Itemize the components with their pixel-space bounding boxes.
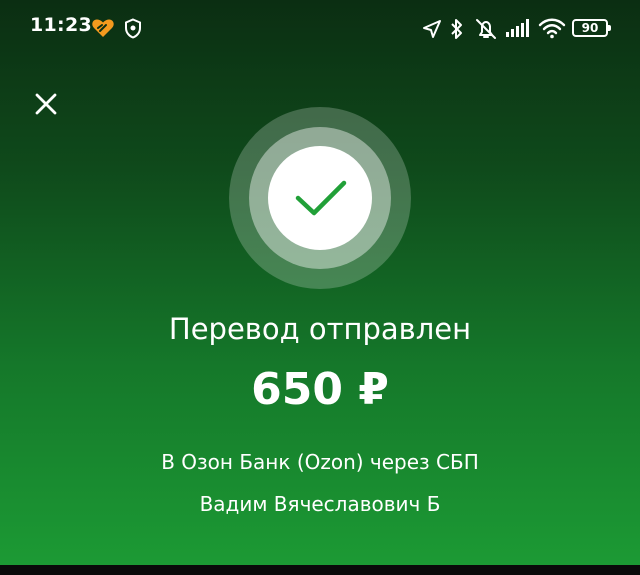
- transfer-status-title: Перевод отправлен: [168, 312, 472, 346]
- close-icon[interactable]: [28, 86, 64, 122]
- recipient-name: Вадим Вячеславович Б: [199, 492, 441, 516]
- success-badge: [229, 107, 411, 289]
- transfer-success-screen: 11:23 90 Перевод отправлен 650 ₽ В Озон …: [0, 0, 640, 565]
- signal-icon: [506, 19, 529, 37]
- bottom-strip: [0, 565, 640, 575]
- wifi-icon: [538, 18, 566, 39]
- heart-app-icon: [92, 19, 114, 37]
- battery-level: 90: [581, 21, 599, 35]
- recipient-bank: В Озон Банк (Ozon) через СБП: [161, 450, 479, 474]
- alarm-off-icon: [476, 19, 496, 39]
- location-icon: [423, 20, 441, 38]
- battery-icon: 90: [572, 19, 611, 37]
- transfer-amount: 650 ₽: [251, 364, 389, 415]
- status-time: 11:23: [30, 14, 92, 36]
- check-icon: [295, 180, 347, 216]
- close-button[interactable]: [28, 86, 64, 122]
- bluetooth-icon: [451, 19, 462, 39]
- status-bar: 11:23 90: [0, 0, 640, 58]
- shield-icon: [125, 18, 141, 39]
